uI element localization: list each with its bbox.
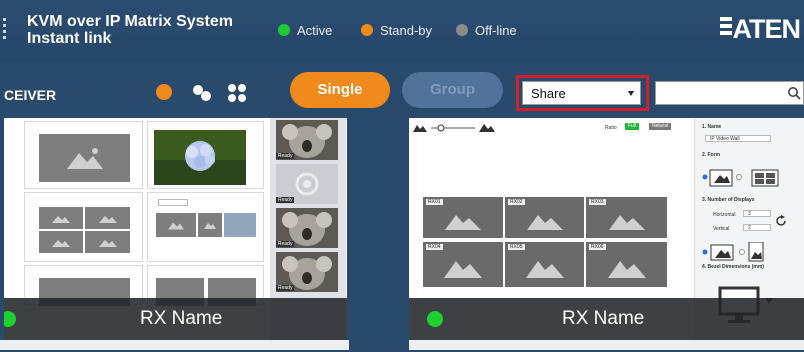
placeholder-image-icon	[525, 260, 564, 278]
chevron-down-icon	[628, 91, 634, 96]
brand-logo-text: ATEN	[732, 14, 801, 44]
horizontal-label: Horizontal	[713, 212, 736, 218]
monitor-tag: RX06	[589, 244, 606, 250]
header-bar: KVM over IP Matrix System Instant link A…	[0, 0, 804, 62]
vertical-stepper[interactable]: 2	[743, 224, 771, 231]
placeholder-image-icon	[85, 231, 130, 253]
monitor-tile[interactable]: RX05	[505, 242, 584, 287]
receiver-card-right[interactable]: Ratio Full Natural RX01 RX02 RX03 RX04 R…	[409, 118, 804, 340]
legend-active: Active	[278, 22, 332, 38]
legend-active-label: Active	[297, 22, 333, 38]
view-quad-icon[interactable]	[227, 83, 247, 103]
zoom-slider[interactable]	[413, 121, 495, 133]
search-icon[interactable]	[787, 86, 801, 100]
placeholder-image-icon	[85, 207, 130, 229]
placeholder-image-icon	[156, 213, 196, 237]
app-title: KVM over IP Matrix System Instant link	[27, 13, 233, 47]
form-heading: 2. Form	[702, 152, 721, 158]
strip-tag: Ready	[276, 285, 295, 291]
card-shadow-right	[409, 340, 804, 350]
view-single-icon[interactable]	[155, 83, 173, 101]
layout-tile[interactable]	[24, 192, 143, 262]
monitor-tile[interactable]: RX03	[586, 197, 667, 238]
bezel-heading: 4. Bezel Dimensions (mm)	[702, 264, 764, 270]
monitor-tile[interactable]: RX04	[423, 242, 503, 287]
tile-dropdown[interactable]	[158, 199, 188, 206]
placeholder-image-icon	[526, 214, 563, 230]
placeholder-image-icon	[444, 260, 482, 278]
horizontal-stepper[interactable]: 3	[743, 210, 771, 217]
app-title-line1: KVM over IP Matrix System	[27, 13, 234, 30]
monitor-tag: RX05	[508, 244, 525, 250]
share-select[interactable]: Share	[522, 81, 641, 105]
monitor-tile[interactable]: RX01	[423, 197, 503, 238]
single-button[interactable]: Single	[290, 72, 390, 108]
displays-heading: 3. Number of Displays	[702, 197, 755, 203]
receiver-footer-left: RX Name	[4, 298, 347, 340]
placeholder-image-icon	[607, 260, 646, 278]
view-double-icon[interactable]	[191, 83, 215, 103]
strip-tag: Ready	[276, 153, 295, 159]
form-options[interactable]	[702, 168, 798, 188]
logo-bars-icon	[719, 17, 732, 39]
layout-tile[interactable]	[147, 121, 264, 189]
ratio-label: Ratio	[605, 125, 617, 131]
offline-dot-icon	[456, 24, 468, 36]
placeholder-image-icon	[445, 214, 481, 230]
name-field[interactable]: IP Video Wall	[705, 135, 771, 142]
name-heading: 1. Name	[702, 124, 722, 130]
share-select-value: Share	[531, 86, 566, 101]
ratio-full-button[interactable]: Full	[625, 123, 640, 130]
rx-name-left: RX Name	[140, 308, 223, 329]
monitor-tag: RX02	[508, 199, 525, 205]
legend-standby-label: Stand-by	[380, 22, 433, 38]
legend-standby: Stand-by	[361, 22, 432, 38]
placeholder-image-icon	[39, 207, 83, 229]
orientation-options[interactable]	[702, 242, 772, 262]
ratio-natural-button[interactable]: Natural	[649, 123, 672, 130]
name-field-value: IP Video Wall	[710, 136, 740, 142]
brand-logo: ATEN	[719, 14, 801, 44]
monitor-tile[interactable]: RX06	[586, 242, 667, 287]
card-shadow-left	[0, 340, 349, 350]
receiver-card-left[interactable]: Ready Ready Ready Ready RX Name	[4, 118, 347, 340]
standby-dot-icon	[361, 24, 373, 36]
monitor-tag: RX04	[426, 244, 443, 250]
vertical-label: Vertical	[713, 226, 730, 232]
drag-handle-icon[interactable]	[3, 18, 6, 42]
vertical-value: 2	[748, 225, 751, 231]
placeholder-image-icon	[198, 213, 222, 237]
status-active-icon	[427, 311, 443, 327]
flower-photo-icon	[154, 130, 246, 185]
layout-tile[interactable]	[24, 121, 143, 189]
refresh-icon[interactable]	[775, 215, 787, 227]
strip-tag: Ready	[276, 241, 295, 247]
status-active-icon	[4, 311, 16, 327]
monitor-tile[interactable]: RX02	[505, 197, 584, 238]
placeholder-image-icon	[39, 134, 130, 182]
search-input[interactable]	[655, 81, 804, 105]
app-window: KVM over IP Matrix System Instant link A…	[0, 0, 804, 352]
placeholder-image-icon	[608, 214, 645, 230]
receiver-footer-right: RX Name	[409, 298, 804, 340]
app-title-line2: Instant link	[27, 30, 112, 47]
strip-tag: Ready	[276, 197, 295, 203]
legend-offline-label: Off-line	[475, 22, 517, 38]
rx-name-right: RX Name	[562, 308, 645, 329]
monitor-tag: RX01	[426, 199, 443, 205]
active-dot-icon	[278, 24, 290, 36]
horizontal-value: 3	[748, 211, 751, 217]
toolbar: CEIVER Single Group Share	[0, 62, 804, 118]
monitor-tag: RX03	[589, 199, 606, 205]
group-button[interactable]: Group	[402, 72, 503, 108]
legend-offline: Off-line	[456, 22, 517, 38]
section-label: CEIVER	[4, 87, 57, 103]
layout-tile[interactable]	[147, 192, 264, 262]
placeholder-image-icon	[39, 231, 83, 253]
thumbnail-photo-icon	[224, 213, 256, 237]
